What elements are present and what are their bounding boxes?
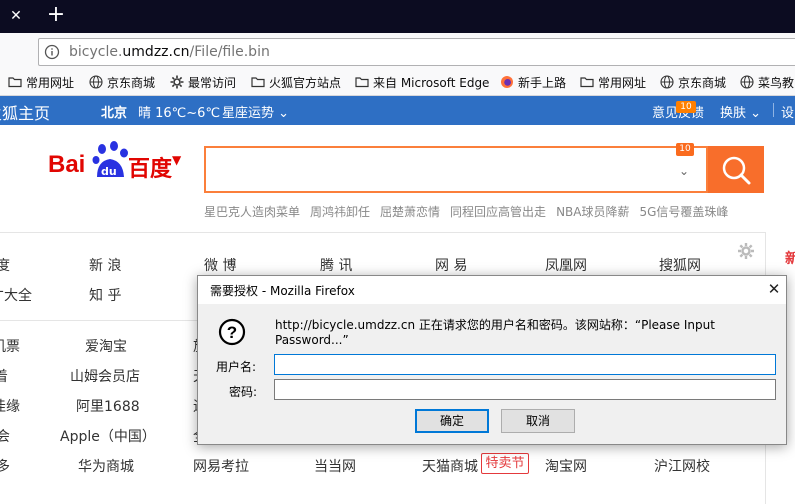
bookmark-item[interactable]: 常用网址	[580, 74, 646, 92]
site-link[interactable]: 凤凰网	[545, 255, 587, 275]
site-link[interactable]: 当当网	[314, 456, 356, 476]
bookmark-item[interactable]: 常用网址	[8, 74, 74, 92]
gear-icon	[170, 75, 184, 89]
chevron-down-icon[interactable]: ⌄	[679, 164, 689, 178]
divider	[0, 232, 765, 233]
city-label[interactable]: 北京	[101, 102, 127, 121]
site-link[interactable]: 搜狐网	[659, 255, 701, 275]
bookmark-item[interactable]: 最常访问	[170, 74, 236, 92]
site-link[interactable]: 山姆会员店	[70, 366, 140, 386]
hotword-link[interactable]: 5G信号覆盖珠峰	[639, 205, 728, 219]
site-link[interactable]: 多	[0, 456, 10, 476]
caret-down-icon[interactable]: ▼	[172, 153, 181, 167]
new-tab-button[interactable]: +	[45, 4, 67, 26]
search-icon	[722, 156, 751, 185]
site-link[interactable]: 机票	[0, 336, 20, 356]
site-link[interactable]: 网易考拉	[193, 456, 249, 476]
nav-bar: bicycle.umdzz.cn/File/file.bin	[0, 33, 795, 71]
divider	[773, 103, 774, 117]
site-link[interactable]: 爱淘宝	[85, 336, 127, 356]
folder-icon	[355, 77, 369, 88]
dialog-title: 需要授权 - Mozilla Firefox	[210, 284, 355, 298]
bookmarks-toolbar: 常用网址 京东商城 最常访问 火狐官方站点 来自 Microsoft Edge …	[0, 71, 795, 96]
settings-link[interactable]: 设	[781, 102, 794, 121]
bookmark-item[interactable]: 京东商城	[660, 74, 726, 92]
baidu-logo[interactable]: Bai du 百度 ▼	[48, 141, 188, 185]
site-link[interactable]: 着	[0, 366, 8, 386]
site-link[interactable]: 微 博	[204, 255, 236, 275]
dialog-titlebar[interactable]: 需要授权 - Mozilla Firefox ✕	[198, 276, 786, 304]
search-button[interactable]	[708, 146, 764, 193]
site-link[interactable]: 度	[0, 255, 10, 275]
horoscope-link[interactable]: 星座运势 ⌄	[222, 102, 289, 121]
folder-icon	[251, 77, 265, 88]
promo-badge[interactable]: 特卖节	[481, 453, 529, 474]
globe-icon	[89, 75, 103, 89]
hotword-link[interactable]: 星巴克人造肉菜单	[204, 205, 300, 219]
search-badge: 10	[676, 143, 694, 156]
ok-button[interactable]: 确定	[415, 409, 489, 433]
hotword-link[interactable]: 周鸿祎卸任	[310, 205, 370, 219]
site-link[interactable]: 网 易	[435, 255, 467, 275]
globe-icon	[740, 75, 754, 89]
news-tab[interactable]: 新	[785, 248, 795, 268]
site-link[interactable]: 腾 讯	[320, 255, 352, 275]
close-icon[interactable]: ✕	[766, 281, 782, 297]
feedback-badge: 10	[676, 101, 696, 113]
site-link[interactable]: 知 乎	[89, 285, 121, 305]
hotword-link[interactable]: NBA球员降薪	[556, 205, 629, 219]
bookmark-item[interactable]: 京东商城	[89, 74, 155, 92]
skin-link[interactable]: 换肤 ⌄	[720, 102, 761, 121]
hotword-link[interactable]: 同程回应高管出走	[450, 205, 546, 219]
question-icon: ?	[218, 318, 246, 346]
firefox-icon	[501, 76, 513, 88]
svg-text:?: ?	[227, 323, 237, 342]
site-link[interactable]: 阿里1688	[76, 396, 140, 416]
password-input[interactable]	[274, 379, 776, 400]
site-link[interactable]: 淘宝网	[545, 456, 587, 476]
site-link[interactable]: 天猫商城	[422, 456, 478, 476]
site-link[interactable]: Apple（中国）	[60, 426, 156, 446]
url-bar[interactable]: bicycle.umdzz.cn/File/file.bin	[38, 38, 795, 66]
logo-text: Bai	[48, 151, 86, 178]
auth-dialog: 需要授权 - Mozilla Firefox ✕ ? http://bicycl…	[197, 275, 787, 445]
password-label: 密码:	[229, 385, 258, 399]
page-info-icon[interactable]	[44, 44, 60, 60]
bookmark-item[interactable]: 来自 Microsoft Edge	[355, 74, 489, 92]
globe-icon	[660, 75, 674, 89]
bookmark-item[interactable]: 菜鸟教	[740, 74, 794, 92]
divider	[0, 320, 200, 321]
folder-icon	[580, 77, 594, 88]
weather-text[interactable]: 晴 16℃~6℃	[138, 102, 220, 121]
settings-gear-icon[interactable]	[737, 242, 755, 260]
site-link[interactable]: 佳缘	[0, 396, 20, 416]
logo-cn-text: 百度	[128, 157, 173, 182]
site-link[interactable]: 华为商城	[78, 456, 134, 476]
chevron-down-icon: ⌄	[750, 106, 762, 121]
site-link[interactable]: 沪江网校	[654, 456, 710, 476]
url-text[interactable]: bicycle.umdzz.cn/File/file.bin	[69, 44, 270, 60]
search-input[interactable]	[204, 146, 708, 193]
username-input[interactable]	[274, 354, 776, 375]
bookmark-item[interactable]: 新手上路	[500, 74, 566, 92]
bookmark-item[interactable]: 火狐官方站点	[251, 74, 341, 92]
site-link[interactable]: 会	[0, 426, 10, 446]
hotword-link[interactable]: 屈楚萧恋情	[380, 205, 440, 219]
folder-icon	[8, 77, 22, 88]
site-link[interactable]: 才大全	[0, 285, 32, 305]
hot-search-words: 星巴克人造肉菜单 周鸿祎卸任 屈楚萧恋情 同程回应高管出走 NBA球员降薪 5G信号覆盖珠…	[204, 203, 738, 220]
username-label: 用户名:	[216, 360, 257, 374]
cancel-button[interactable]: 取消	[501, 409, 575, 433]
site-link[interactable]: 新 浪	[89, 255, 121, 275]
close-tab-icon[interactable]: ✕	[8, 8, 24, 24]
tab-bar: ✕ +	[0, 0, 795, 33]
dialog-message: http://bicycle.umdzz.cn 正在请求您的用户名和密码。该网站…	[275, 318, 715, 347]
logo-du-text: du	[101, 165, 117, 178]
chevron-down-icon: ⌄	[278, 106, 290, 121]
home-link[interactable]: 火狐主页	[0, 100, 50, 124]
